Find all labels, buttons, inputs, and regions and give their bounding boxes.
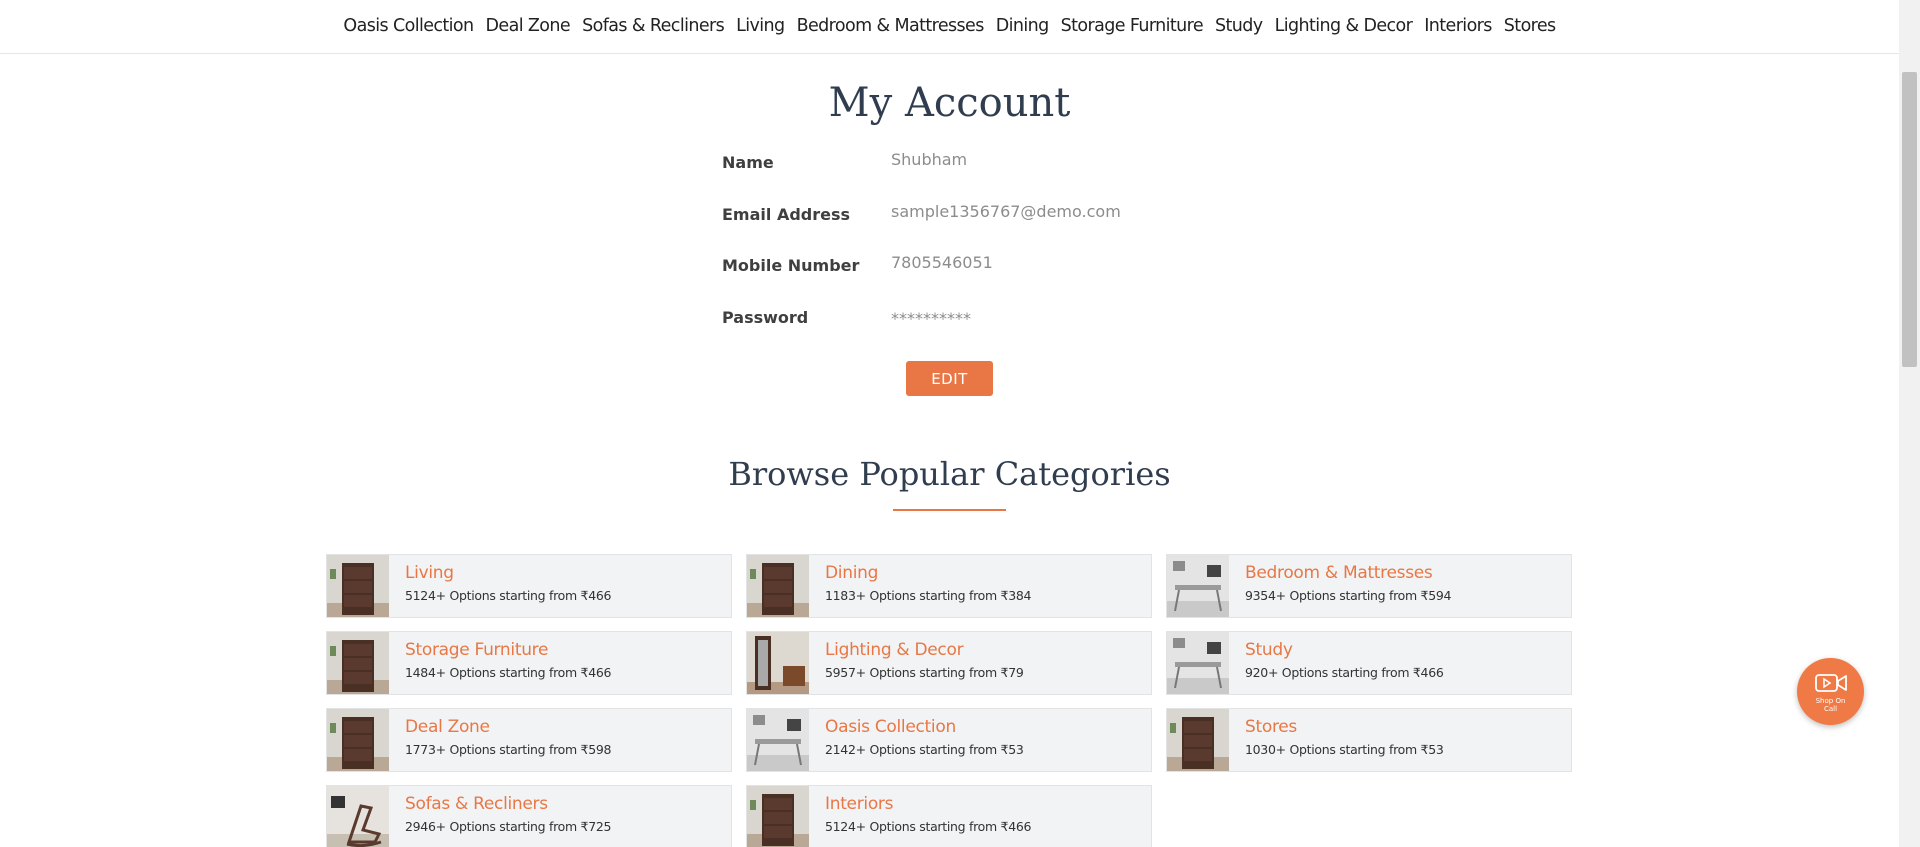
category-description: 9354+ Options starting from ₹594: [1245, 588, 1452, 603]
category-text: Storage Furniture 1484+ Options starting …: [389, 632, 611, 694]
categories-title: Browse Popular Categories: [728, 455, 1171, 493]
category-card-interiors[interactable]: Interiors 5124+ Options starting from ₹46…: [746, 785, 1152, 847]
category-thumbnail: [747, 632, 809, 694]
nav-item-lighting-decor[interactable]: Lighting & Decor: [1275, 16, 1413, 36]
nav-item-interiors[interactable]: Interiors: [1424, 16, 1492, 36]
nav-item-living[interactable]: Living: [736, 16, 785, 36]
nav-item-deal-zone[interactable]: Deal Zone: [486, 16, 571, 36]
category-description: 1183+ Options starting from ₹384: [825, 588, 1032, 603]
category-text: Deal Zone 1773+ Options starting from ₹59…: [389, 709, 611, 771]
category-name[interactable]: Deal Zone: [405, 717, 611, 737]
title-underline: [893, 509, 1006, 511]
category-card-bedroom-mattresses[interactable]: Bedroom & Mattresses 9354+ Options starti…: [1166, 554, 1572, 618]
category-description: 5124+ Options starting from ₹466: [405, 588, 612, 603]
vertical-scrollbar[interactable]: [1899, 0, 1920, 847]
category-text: Sofas & Recliners 2946+ Options starting …: [389, 786, 611, 847]
mobile-value: 7805546051: [891, 253, 993, 272]
edit-button[interactable]: EDIT: [906, 361, 993, 396]
category-thumbnail: [747, 555, 809, 617]
category-description: 2142+ Options starting from ₹53: [825, 742, 1024, 757]
category-text: Stores 1030+ Options starting from ₹53: [1229, 709, 1444, 771]
category-name[interactable]: Sofas & Recliners: [405, 794, 611, 814]
category-name[interactable]: Lighting & Decor: [825, 640, 1024, 660]
category-thumbnail: [327, 632, 389, 694]
category-name[interactable]: Bedroom & Mattresses: [1245, 563, 1451, 583]
mobile-label: Mobile Number: [722, 256, 860, 275]
category-card-study[interactable]: Study 920+ Options starting from ₹466: [1166, 631, 1572, 695]
category-name[interactable]: Storage Furniture: [405, 640, 611, 660]
category-text: Interiors 5124+ Options starting from ₹46…: [809, 786, 1031, 847]
nav-item-storage-furniture[interactable]: Storage Furniture: [1061, 16, 1204, 36]
category-text: Study 920+ Options starting from ₹466: [1229, 632, 1444, 694]
nav-list: Oasis Collection Deal Zone Sofas & Recline…: [343, 16, 1556, 36]
category-thumbnail: [327, 709, 389, 771]
category-name[interactable]: Dining: [825, 563, 1031, 583]
video-camera-icon: [1814, 673, 1847, 692]
category-card-deal-zone[interactable]: Deal Zone 1773+ Options starting from ₹59…: [326, 708, 732, 772]
category-text: Living 5124+ Options starting from ₹466: [389, 555, 611, 617]
category-thumbnail: [327, 786, 389, 847]
nav-item-bedroom-mattresses[interactable]: Bedroom & Mattresses: [797, 16, 985, 36]
nav-item-study[interactable]: Study: [1215, 16, 1263, 36]
category-description: 1484+ Options starting from ₹466: [405, 665, 612, 680]
category-description: 1773+ Options starting from ₹598: [405, 742, 612, 757]
category-description: 5957+ Options starting from ₹79: [825, 665, 1024, 680]
scrollbar-thumb[interactable]: [1902, 72, 1917, 367]
category-thumbnail: [1167, 632, 1229, 694]
nav-item-oasis-collection[interactable]: Oasis Collection: [343, 16, 474, 36]
nav-item-sofas-recliners[interactable]: Sofas & Recliners: [582, 16, 725, 36]
category-thumbnail: [1167, 555, 1229, 617]
category-text: Dining 1183+ Options starting from ₹384: [809, 555, 1031, 617]
password-label: Password: [722, 308, 809, 327]
email-label: Email Address: [722, 205, 851, 224]
category-name[interactable]: Study: [1245, 640, 1444, 660]
category-card-dining[interactable]: Dining 1183+ Options starting from ₹384: [746, 554, 1152, 618]
nav-item-stores[interactable]: Stores: [1504, 16, 1556, 36]
category-thumbnail: [747, 786, 809, 847]
category-thumbnail: [327, 555, 389, 617]
shop-on-call-button[interactable]: Shop On Call: [1797, 658, 1864, 725]
category-card-living[interactable]: Living 5124+ Options starting from ₹466: [326, 554, 732, 618]
category-description: 5124+ Options starting from ₹466: [825, 819, 1032, 834]
category-name[interactable]: Oasis Collection: [825, 717, 1024, 737]
category-name[interactable]: Living: [405, 563, 611, 583]
shop-on-call-label: Shop On Call: [1815, 696, 1846, 713]
name-label: Name: [722, 153, 774, 172]
category-name[interactable]: Interiors: [825, 794, 1031, 814]
category-thumbnail: [747, 709, 809, 771]
category-card-lighting-decor[interactable]: Lighting & Decor 5957+ Options starting f…: [746, 631, 1152, 695]
page-title: My Account: [828, 80, 1071, 126]
category-grid: Living 5124+ Options starting from ₹466 Di…: [326, 554, 1574, 847]
email-value: sample1356767@demo.com: [891, 202, 1121, 221]
category-text: Lighting & Decor 5957+ Options starting f…: [809, 632, 1024, 694]
password-value: **********: [891, 309, 971, 328]
name-value: Shubham: [891, 150, 968, 169]
category-text: Oasis Collection 2142+ Options starting f…: [809, 709, 1024, 771]
category-thumbnail: [1167, 709, 1229, 771]
category-card-sofas-recliners[interactable]: Sofas & Recliners 2946+ Options starting …: [326, 785, 732, 847]
top-navigation: Oasis Collection Deal Zone Sofas & Recline…: [0, 0, 1899, 54]
category-card-stores[interactable]: Stores 1030+ Options starting from ₹53: [1166, 708, 1572, 772]
category-description: 920+ Options starting from ₹466: [1245, 665, 1444, 680]
category-description: 1030+ Options starting from ₹53: [1245, 742, 1444, 757]
category-card-storage-furniture[interactable]: Storage Furniture 1484+ Options starting …: [326, 631, 732, 695]
category-name[interactable]: Stores: [1245, 717, 1444, 737]
category-text: Bedroom & Mattresses 9354+ Options starti…: [1229, 555, 1451, 617]
nav-item-dining[interactable]: Dining: [996, 16, 1049, 36]
category-description: 2946+ Options starting from ₹725: [405, 819, 612, 834]
category-card-oasis-collection[interactable]: Oasis Collection 2142+ Options starting f…: [746, 708, 1152, 772]
page: Oasis Collection Deal Zone Sofas & Recline…: [0, 0, 1920, 847]
